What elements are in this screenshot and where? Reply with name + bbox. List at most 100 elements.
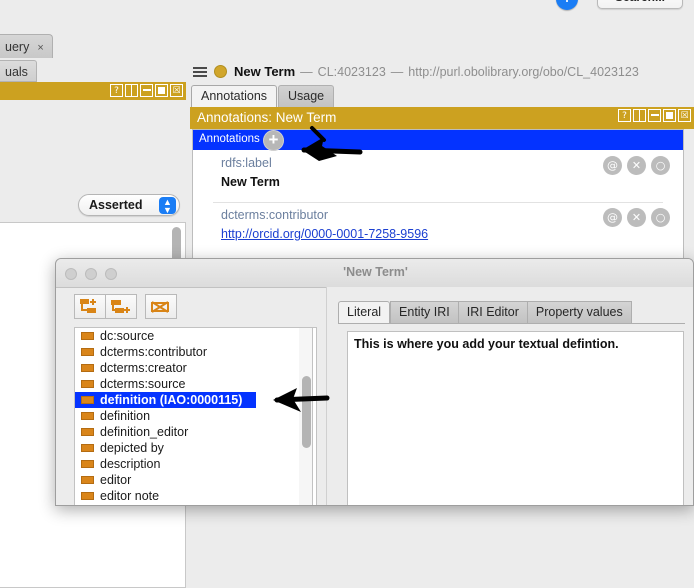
tab-property-values[interactable]: Property values	[527, 301, 632, 323]
annotate-icon[interactable]: @	[603, 208, 622, 227]
delete-icon[interactable]: ✕	[627, 156, 646, 175]
list-item[interactable]: dcterms:source	[75, 376, 316, 392]
row-action-icons: @ ✕ ○	[603, 156, 670, 175]
panel-window-buttons: ? ☒	[110, 84, 183, 97]
tabstrip-underline	[338, 323, 685, 324]
property-icon	[81, 444, 94, 452]
entity-curie: CL:4023123	[317, 64, 386, 79]
list-item-label: definition	[100, 409, 151, 423]
entity-name: New Term	[234, 64, 296, 79]
property-icon	[81, 380, 94, 388]
add-entity-button[interactable]: +	[556, 0, 578, 10]
entity-iri: http://purl.obolibrary.org/obo/CL_402312…	[408, 64, 639, 79]
chevron-updown-icon[interactable]: ▲ ▼	[159, 197, 176, 215]
add-sub-property-icon[interactable]	[74, 294, 106, 319]
entity-header: New Term — CL:4023123 — http://purl.obol…	[190, 58, 694, 85]
top-toolbar-strip: + Search...	[0, 0, 694, 22]
close-panel-icon[interactable]: ☒	[170, 84, 183, 97]
value-editor-tabstrip: Literal Entity IRI IRI Editor Property v…	[338, 301, 632, 323]
property-icon	[81, 428, 94, 436]
annotation-property: dcterms:contributor	[221, 208, 328, 222]
split-view-icon[interactable]	[125, 84, 138, 97]
value-editor-panel: Literal Entity IRI IRI Editor Property v…	[326, 287, 693, 505]
maximize-icon[interactable]	[663, 109, 676, 122]
list-item-label: dcterms:creator	[100, 361, 187, 375]
property-icon	[81, 396, 94, 404]
help-icon[interactable]: ?	[110, 84, 123, 97]
annotations-toolbar-label: Annotations	[199, 133, 260, 145]
tab-annotations[interactable]: Annotations	[191, 85, 278, 107]
list-item-label: description	[100, 457, 161, 471]
tab-iri-editor[interactable]: IRI Editor	[458, 301, 528, 323]
tab-entity-iri[interactable]: Entity IRI	[390, 301, 459, 323]
row-divider	[213, 202, 663, 203]
property-icon	[81, 476, 94, 484]
annotation-value-link[interactable]: http://orcid.org/0000-0001-7258-9596	[221, 227, 428, 241]
list-item[interactable]: dcterms:contributor	[75, 344, 316, 360]
list-item-label: dc:source	[100, 329, 155, 343]
close-panel-icon[interactable]: ☒	[678, 109, 691, 122]
property-icon	[81, 412, 94, 420]
minimize-icon[interactable]	[140, 84, 153, 97]
list-item[interactable]: editor note	[75, 488, 316, 504]
split-view-icon[interactable]	[633, 109, 646, 122]
annotation-property-dialog: 'New Term' dc:source dcterms:contributor…	[55, 258, 694, 506]
property-icon	[81, 348, 94, 356]
edit-icon[interactable]: ○	[651, 208, 670, 227]
add-sibling-property-icon[interactable]	[105, 294, 137, 319]
class-hierarchy-header: ? ☒	[0, 82, 186, 100]
dialog-toolbar	[74, 294, 177, 319]
row-action-icons: @ ✕ ○	[603, 208, 670, 227]
literal-value-textarea[interactable]: This is where you add your textual defin…	[347, 331, 684, 505]
table-row[interactable]: rdfs:label New Term @ ✕ ○	[193, 156, 683, 198]
tab-query[interactable]: uery ×	[0, 34, 53, 58]
property-icon	[81, 364, 94, 372]
entity-tabstrip: Annotations Usage	[191, 85, 694, 108]
dialog-title: 'New Term'	[343, 265, 408, 279]
delete-icon[interactable]: ✕	[627, 208, 646, 227]
list-item-label: definition_editor	[100, 425, 189, 439]
property-list-scroll-thumb[interactable]	[302, 376, 311, 448]
add-annotation-button[interactable]: +	[263, 130, 284, 151]
close-icon[interactable]: ×	[37, 42, 43, 54]
list-item-selected[interactable]: definition (IAO:0000115)	[75, 392, 256, 408]
entity-separator-1: —	[300, 64, 313, 79]
reasoner-view-value: Asserted	[89, 198, 143, 212]
class-icon	[214, 65, 227, 78]
delete-property-icon[interactable]	[145, 294, 177, 319]
annotation-value: New Term	[221, 175, 280, 189]
list-item[interactable]: dc:source	[75, 328, 316, 344]
reasoner-view-select[interactable]: Asserted ▲ ▼	[78, 194, 180, 216]
subtab-individuals[interactable]: uals	[0, 60, 37, 82]
help-icon[interactable]: ?	[618, 109, 631, 122]
tab-literal[interactable]: Literal	[338, 301, 391, 323]
property-icon	[81, 492, 94, 500]
minimize-icon[interactable]	[648, 109, 661, 122]
list-item[interactable]: definition	[75, 408, 316, 424]
list-item[interactable]: depicted by	[75, 440, 316, 456]
annotations-toolbar: Annotations +	[193, 130, 683, 151]
editor-tabstrip: uery ×	[0, 32, 694, 59]
hamburger-icon[interactable]	[193, 65, 207, 79]
property-icon	[81, 460, 94, 468]
search-button[interactable]: Search...	[597, 0, 683, 9]
list-item-label: definition (IAO:0000115)	[100, 393, 243, 407]
dialog-titlebar[interactable]: 'New Term'	[56, 259, 693, 288]
list-item-label: dcterms:source	[100, 377, 186, 391]
annotations-section-title: Annotations: New Term	[197, 110, 337, 125]
maximize-icon[interactable]	[155, 84, 168, 97]
tab-query-label: uery	[5, 40, 30, 54]
annotations-section-header: Annotations: New Term ? ☒	[190, 107, 694, 129]
edit-icon[interactable]: ○	[651, 156, 670, 175]
list-item[interactable]: dcterms:creator	[75, 360, 316, 376]
tab-usage[interactable]: Usage	[278, 85, 335, 107]
list-item[interactable]: definition_editor	[75, 424, 316, 440]
list-item[interactable]: editor	[75, 472, 316, 488]
annotate-icon[interactable]: @	[603, 156, 622, 175]
annotation-property: rdfs:label	[221, 156, 272, 170]
entity-separator-2: —	[390, 64, 404, 79]
table-row[interactable]: dcterms:contributor http://orcid.org/000…	[193, 208, 683, 250]
list-item[interactable]: description	[75, 456, 316, 472]
annotation-property-list[interactable]: dc:source dcterms:contributor dcterms:cr…	[74, 327, 317, 505]
list-item-label: depicted by	[100, 441, 164, 455]
